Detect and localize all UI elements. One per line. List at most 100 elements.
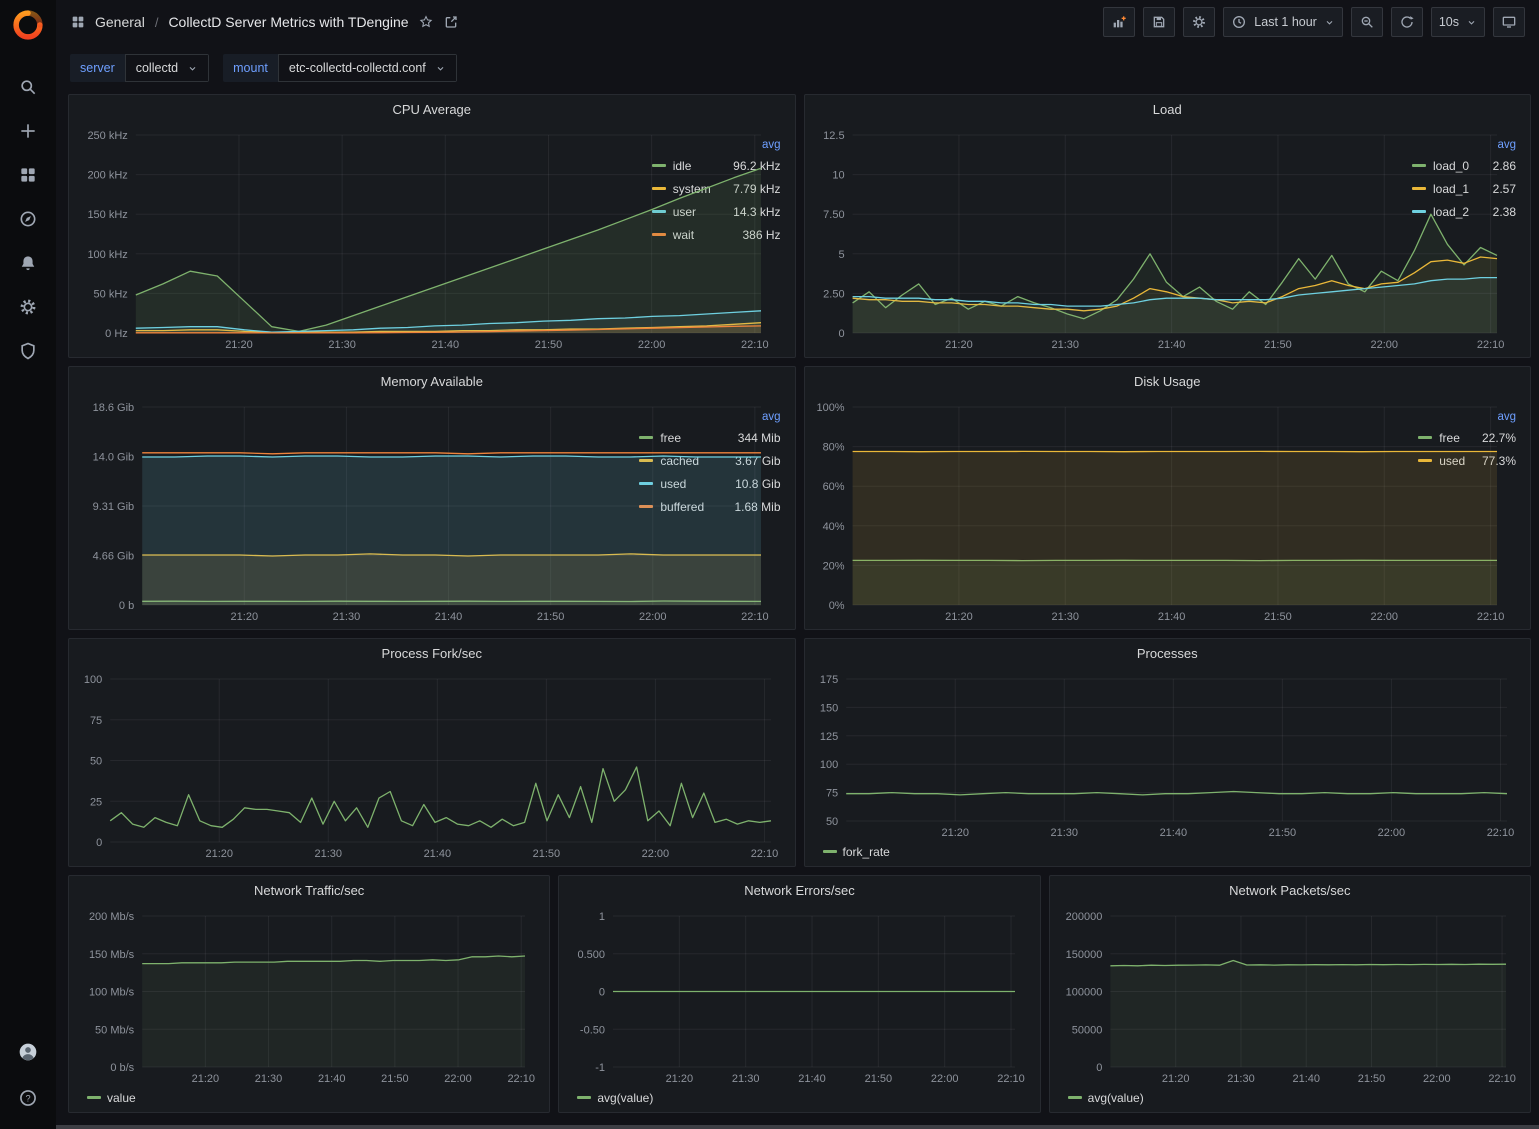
chevron-down-icon: [187, 63, 198, 74]
svg-text:40%: 40%: [822, 521, 844, 533]
network-traffic-chart[interactable]: 0 b/s50 Mb/s100 Mb/s150 Mb/s200 Mb/s21:2…: [77, 904, 541, 1087]
variable-value-mount[interactable]: etc-collectd-collectd.conf: [278, 54, 457, 82]
svg-text:22:10: 22:10: [741, 611, 769, 623]
legend-item[interactable]: value: [87, 1091, 136, 1105]
panel-title[interactable]: Network Packets/sec: [1050, 876, 1530, 904]
configuration-icon[interactable]: [10, 290, 46, 324]
svg-text:150 Mb/s: 150 Mb/s: [89, 949, 135, 961]
share-icon[interactable]: [443, 14, 459, 30]
panel-title[interactable]: Disk Usage: [805, 367, 1531, 395]
cycle-view-button[interactable]: [1493, 7, 1525, 37]
svg-text:75: 75: [90, 715, 102, 727]
legend-item[interactable]: fork_rate: [823, 845, 890, 859]
processes-chart[interactable]: 507510012515017521:2021:3021:4021:5022:0…: [813, 667, 1523, 841]
svg-text:21:30: 21:30: [1050, 827, 1078, 839]
svg-text:21:20: 21:20: [225, 339, 253, 351]
network-errors-chart[interactable]: -1-0.5000.500121:2021:3021:4021:5022:002…: [567, 904, 1031, 1087]
dashboard-settings-button[interactable]: [1183, 7, 1215, 37]
svg-text:1: 1: [599, 911, 605, 923]
svg-text:21:50: 21:50: [533, 848, 561, 860]
legend-swatch-icon: [577, 1096, 591, 1099]
svg-text:0 b: 0 b: [119, 600, 134, 612]
panel-title[interactable]: Process Fork/sec: [69, 639, 795, 667]
panel-title[interactable]: Network Errors/sec: [559, 876, 1039, 904]
svg-text:200 Mb/s: 200 Mb/s: [89, 911, 135, 923]
svg-text:50 Mb/s: 50 Mb/s: [95, 1024, 135, 1036]
create-icon[interactable]: [10, 114, 46, 148]
horizontal-scrollbar[interactable]: [56, 1125, 1539, 1129]
legend: avg(value): [567, 1087, 1031, 1108]
svg-text:22:10: 22:10: [1486, 827, 1514, 839]
panel-title[interactable]: Memory Available: [69, 367, 795, 395]
legend-swatch-icon: [87, 1096, 101, 1099]
time-range-picker[interactable]: Last 1 hour: [1223, 7, 1343, 37]
dashboards-icon[interactable]: [10, 158, 46, 192]
svg-text:14.0 Gib: 14.0 Gib: [93, 452, 135, 464]
variable-label-mount: mount: [223, 54, 278, 82]
svg-text:21:40: 21:40: [799, 1073, 827, 1085]
process-fork-chart[interactable]: 025507510021:2021:3021:4021:5022:0022:10: [77, 667, 787, 862]
svg-text:9.31 Gib: 9.31 Gib: [93, 501, 135, 513]
save-dashboard-button[interactable]: [1143, 7, 1175, 37]
panel-title[interactable]: Processes: [805, 639, 1531, 667]
chevron-down-icon: [1324, 17, 1335, 28]
legend: fork_rate: [813, 841, 1523, 862]
refresh-interval-picker[interactable]: 10s: [1431, 7, 1485, 37]
legend-item[interactable]: avg(value): [577, 1091, 653, 1105]
memory-available-chart[interactable]: 0 b4.66 Gib9.31 Gib14.0 Gib18.6 Gib21:20…: [77, 395, 635, 625]
star-icon[interactable]: [418, 14, 434, 30]
svg-text:22:10: 22:10: [741, 339, 769, 351]
explore-icon[interactable]: [10, 202, 46, 236]
user-avatar[interactable]: [10, 1035, 46, 1069]
legend: value: [77, 1087, 541, 1108]
svg-text:22:10: 22:10: [507, 1073, 535, 1085]
svg-text:21:50: 21:50: [1357, 1073, 1385, 1085]
add-panel-button[interactable]: [1103, 7, 1135, 37]
search-icon[interactable]: [10, 70, 46, 104]
dashboard-grid-icon[interactable]: [70, 14, 86, 30]
zoom-out-button[interactable]: [1351, 7, 1383, 37]
svg-text:21:20: 21:20: [945, 611, 973, 623]
svg-text:18.6 Gib: 18.6 Gib: [93, 402, 135, 414]
variable-server: server collectd: [70, 54, 209, 82]
help-icon[interactable]: ?: [10, 1081, 46, 1115]
svg-text:22:00: 22:00: [1377, 827, 1405, 839]
svg-text:21:40: 21:40: [1159, 827, 1187, 839]
svg-text:80%: 80%: [822, 442, 844, 454]
refresh-button[interactable]: [1391, 7, 1423, 37]
svg-text:21:20: 21:20: [941, 827, 969, 839]
svg-text:150 kHz: 150 kHz: [87, 209, 127, 221]
panel-title[interactable]: Network Traffic/sec: [69, 876, 549, 904]
variable-value-server[interactable]: collectd: [125, 54, 209, 82]
sidebar-nav: [10, 70, 46, 368]
load-chart[interactable]: 02.5057.501012.521:2021:3021:4021:5022:0…: [813, 123, 1409, 353]
clock-icon: [1231, 14, 1247, 30]
svg-text:21:20: 21:20: [205, 848, 233, 860]
svg-text:0 Hz: 0 Hz: [105, 328, 128, 340]
grafana-logo[interactable]: [13, 10, 43, 40]
svg-text:0: 0: [838, 328, 844, 340]
panel-disk-usage: Disk Usage 0%20%40%60%80%100%21:2021:302…: [804, 366, 1532, 630]
svg-text:22:10: 22:10: [1476, 339, 1504, 351]
svg-text:100000: 100000: [1065, 987, 1102, 999]
gear-icon: [1191, 14, 1207, 30]
cpu-average-chart[interactable]: 0 Hz50 kHz100 kHz150 kHz200 kHz250 kHz21…: [77, 123, 648, 353]
svg-text:0: 0: [599, 987, 605, 999]
panel-title[interactable]: CPU Average: [69, 95, 795, 123]
svg-text:22:10: 22:10: [1476, 611, 1504, 623]
svg-text:100: 100: [819, 759, 837, 771]
network-packets-chart[interactable]: 05000010000015000020000021:2021:3021:402…: [1058, 904, 1522, 1087]
page-title: CollectD Server Metrics with TDengine: [168, 14, 408, 30]
dashboard-grid: CPU Average 0 Hz50 kHz100 kHz150 kHz200 …: [56, 94, 1539, 1129]
svg-text:21:30: 21:30: [1051, 339, 1079, 351]
alerting-icon[interactable]: [10, 246, 46, 280]
breadcrumb-section[interactable]: General: [95, 14, 145, 30]
legend-item[interactable]: avg(value): [1068, 1091, 1144, 1105]
panel-title[interactable]: Load: [805, 95, 1531, 123]
svg-text:21:30: 21:30: [1051, 611, 1079, 623]
svg-text:21:30: 21:30: [315, 848, 343, 860]
svg-text:21:50: 21:50: [381, 1073, 409, 1085]
svg-text:22:00: 22:00: [1423, 1073, 1451, 1085]
server-admin-icon[interactable]: [10, 334, 46, 368]
disk-usage-chart[interactable]: 0%20%40%60%80%100%21:2021:3021:4021:5022…: [813, 395, 1415, 625]
